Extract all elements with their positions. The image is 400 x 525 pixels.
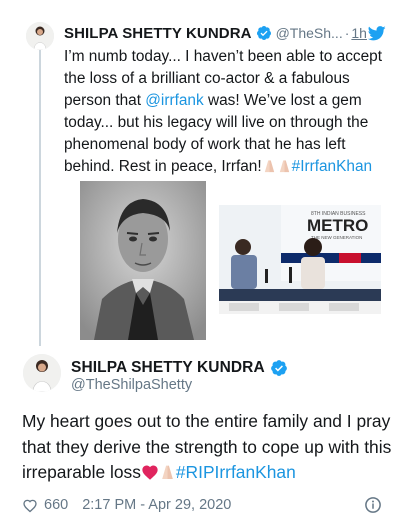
twitter-bird-icon[interactable]	[368, 26, 386, 41]
display-name[interactable]: SHILPA SHETTY KUNDRA	[71, 359, 265, 377]
like-count: 660	[44, 497, 69, 513]
red-heart-emoji	[142, 465, 158, 480]
folded-hands-emoji	[162, 465, 173, 479]
tweet-text: I’m numb today... I haven’t been able to…	[64, 46, 394, 178]
mention-link[interactable]: @irrfank	[145, 92, 203, 109]
tweet-time[interactable]: 1h	[351, 25, 367, 41]
tweet-footer: 660 2:17 PM - Apr 29, 2020	[22, 494, 382, 516]
tweet-photo-portrait[interactable]	[80, 181, 206, 340]
folded-hands-emoji	[279, 160, 289, 173]
hashtag-link[interactable]: #RIPIrrfanKhan	[176, 462, 296, 482]
tweet-text: My heart goes out to the entire family a…	[22, 409, 392, 486]
folded-hands-emoji	[264, 160, 274, 173]
tweet-header: SHILPA SHETTY KUNDRA	[71, 358, 288, 378]
event-banner-sub: THE NEW GENERATION	[311, 235, 362, 240]
avatar[interactable]	[23, 354, 61, 392]
verified-badge-icon	[256, 26, 271, 40]
tweet-header: SHILPA SHETTY KUNDRA @TheSh... · 1h	[64, 23, 388, 43]
info-icon[interactable]	[364, 496, 382, 514]
tweet-timestamp[interactable]: 2:17 PM - Apr 29, 2020	[82, 497, 231, 513]
verified-badge-icon	[270, 360, 287, 376]
avatar[interactable]	[26, 22, 54, 50]
event-banner-main: METRO	[307, 216, 368, 235]
display-name[interactable]: SHILPA SHETTY KUNDRA	[64, 25, 252, 42]
hashtag-link[interactable]: #IrrfanKhan	[292, 158, 372, 175]
thread-line	[39, 50, 41, 346]
tweet-photo-event[interactable]: 8TH INDIAN BUSINESS METRO THE NEW GENERA…	[219, 205, 381, 314]
like-heart-icon[interactable]	[22, 498, 38, 513]
handle[interactable]: @TheSh...	[276, 25, 343, 41]
handle[interactable]: @TheShilpaShetty	[71, 377, 192, 393]
separator-dot: ·	[344, 25, 350, 41]
